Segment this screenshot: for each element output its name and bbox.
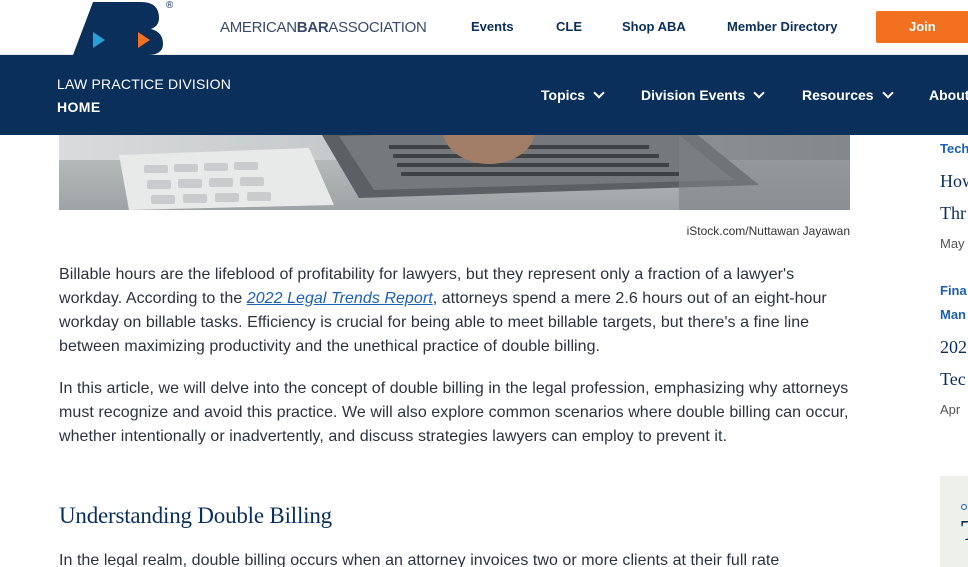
- site-header: ® AMERICANBARASSOCIATION Events CLE Shop…: [0, 0, 968, 55]
- chevron-down-icon: [753, 86, 765, 99]
- chevron-down-icon: [593, 86, 605, 99]
- nav-resources-label: Resources: [802, 87, 874, 103]
- aba-logo[interactable]: ®: [63, 0, 173, 55]
- sidebar-article-title[interactable]: 202: [940, 337, 967, 358]
- sidebar-article-date: May: [940, 236, 965, 251]
- sidebar-article-title[interactable]: How: [940, 171, 968, 192]
- article-paragraph: Billable hours are the lifeblood of prof…: [59, 263, 854, 359]
- sidebar-ad[interactable]: T: [940, 476, 968, 567]
- sidebar-article-title[interactable]: Tec: [940, 369, 966, 390]
- image-caption: iStock.com/Nuttawan Jayawan: [686, 224, 850, 238]
- ad-dot-icon: [961, 504, 967, 510]
- utility-links: Events CLE Shop ABA Member Directory: [471, 19, 867, 34]
- sidebar-category-link[interactable]: Man: [940, 307, 966, 322]
- cle-link[interactable]: CLE: [556, 19, 622, 34]
- sidebar-category-link[interactable]: Fina: [940, 283, 967, 298]
- chevron-down-icon: [881, 86, 894, 99]
- join-button[interactable]: Join: [876, 11, 968, 43]
- sidebar-article-title[interactable]: Thr: [940, 203, 966, 224]
- svg-text:®: ®: [166, 0, 173, 11]
- division-home-link[interactable]: HOME: [57, 99, 101, 115]
- division-name[interactable]: LAW PRACTICE DIVISION: [57, 76, 231, 92]
- legal-trends-report-link[interactable]: 2022 Legal Trends Report: [247, 290, 433, 307]
- sidebar-category-link[interactable]: Tech: [940, 141, 968, 156]
- nav-division-events[interactable]: Division Events: [641, 86, 765, 103]
- ad-text: T: [961, 516, 968, 548]
- article-paragraph: In this article, we will delve into the …: [59, 380, 849, 445]
- aba-wordmark[interactable]: AMERICANBARASSOCIATION: [220, 19, 427, 36]
- article-paragraph: In the legal realm, double billing occur…: [59, 552, 780, 567]
- nav-topics[interactable]: Topics: [541, 86, 605, 103]
- nav-resources[interactable]: Resources: [802, 86, 894, 103]
- nav-about-label: About: [929, 87, 968, 103]
- nav-topics-label: Topics: [541, 87, 586, 103]
- shop-aba-link[interactable]: Shop ABA: [622, 19, 727, 34]
- nav-division-events-label: Division Events: [641, 87, 746, 103]
- member-directory-link[interactable]: Member Directory: [727, 19, 867, 34]
- division-nav: LAW PRACTICE DIVISION HOME Topics Divisi…: [0, 55, 968, 135]
- nav-about[interactable]: About: [929, 87, 968, 103]
- section-heading: Understanding Double Billing: [59, 503, 332, 528]
- sidebar-article-date: Apr: [940, 402, 961, 417]
- events-link[interactable]: Events: [471, 19, 556, 34]
